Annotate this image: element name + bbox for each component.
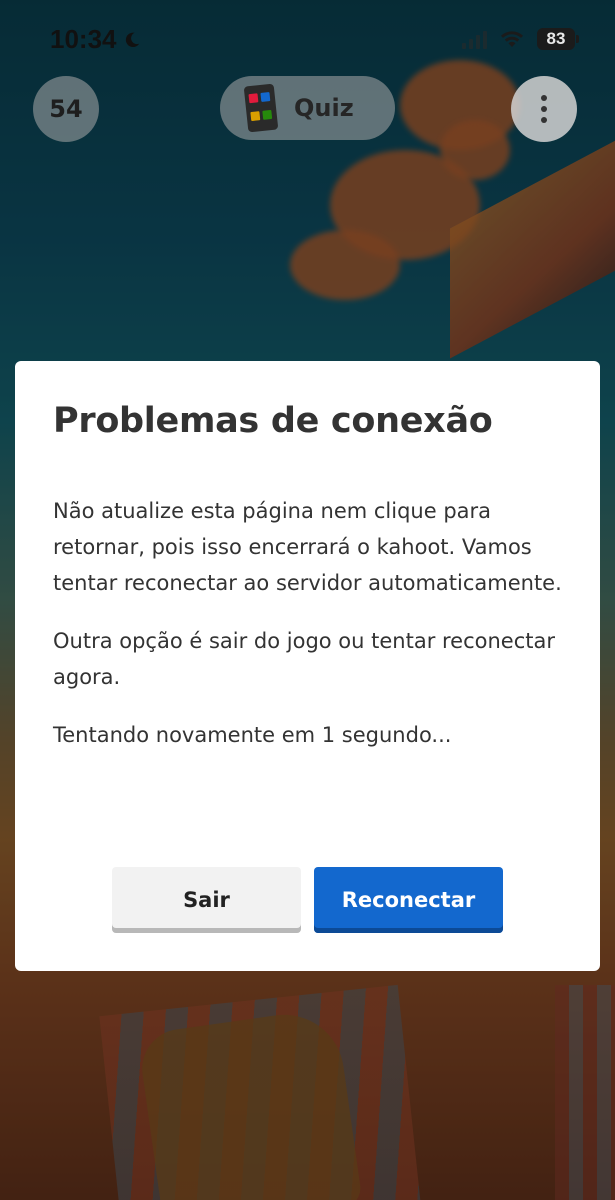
dialog-message: Outra opção é sair do jogo ou tentar rec…	[53, 629, 556, 689]
status-bar: 10:34 83	[0, 0, 615, 80]
wifi-icon	[501, 31, 523, 47]
retry-countdown: Tentando novamente em 1 segundo...	[53, 723, 452, 747]
connection-problem-dialog: Problemas de conexão Não atualize esta p…	[15, 361, 600, 971]
game-mode-label: Quiz	[294, 94, 354, 122]
dialog-body: Não atualize esta página nem clique para…	[53, 493, 562, 753]
game-mode-pill: Quiz	[220, 76, 395, 140]
score-badge: 54	[33, 76, 99, 142]
status-indicators: 83	[462, 28, 579, 50]
dialog-title: Problemas de conexão	[53, 401, 493, 441]
moon-icon	[125, 32, 139, 47]
battery-icon: 83	[537, 28, 579, 50]
status-time-text: 10:34	[50, 24, 117, 54]
signal-icon	[462, 29, 487, 49]
dialog-actions: Sair Reconectar	[112, 867, 503, 933]
dialog-message: Não atualize esta página nem clique para…	[53, 499, 562, 595]
more-options-icon[interactable]	[511, 76, 577, 142]
quiz-icon	[243, 83, 279, 133]
status-time: 10:34	[50, 24, 141, 55]
app-screen: 10:34 83 54 Quiz Problemas de conexão Nã…	[0, 0, 615, 1200]
reconnect-button[interactable]: Reconectar	[314, 867, 503, 933]
score-value: 54	[49, 95, 83, 123]
battery-level: 83	[546, 29, 566, 48]
exit-button[interactable]: Sair	[112, 867, 301, 933]
